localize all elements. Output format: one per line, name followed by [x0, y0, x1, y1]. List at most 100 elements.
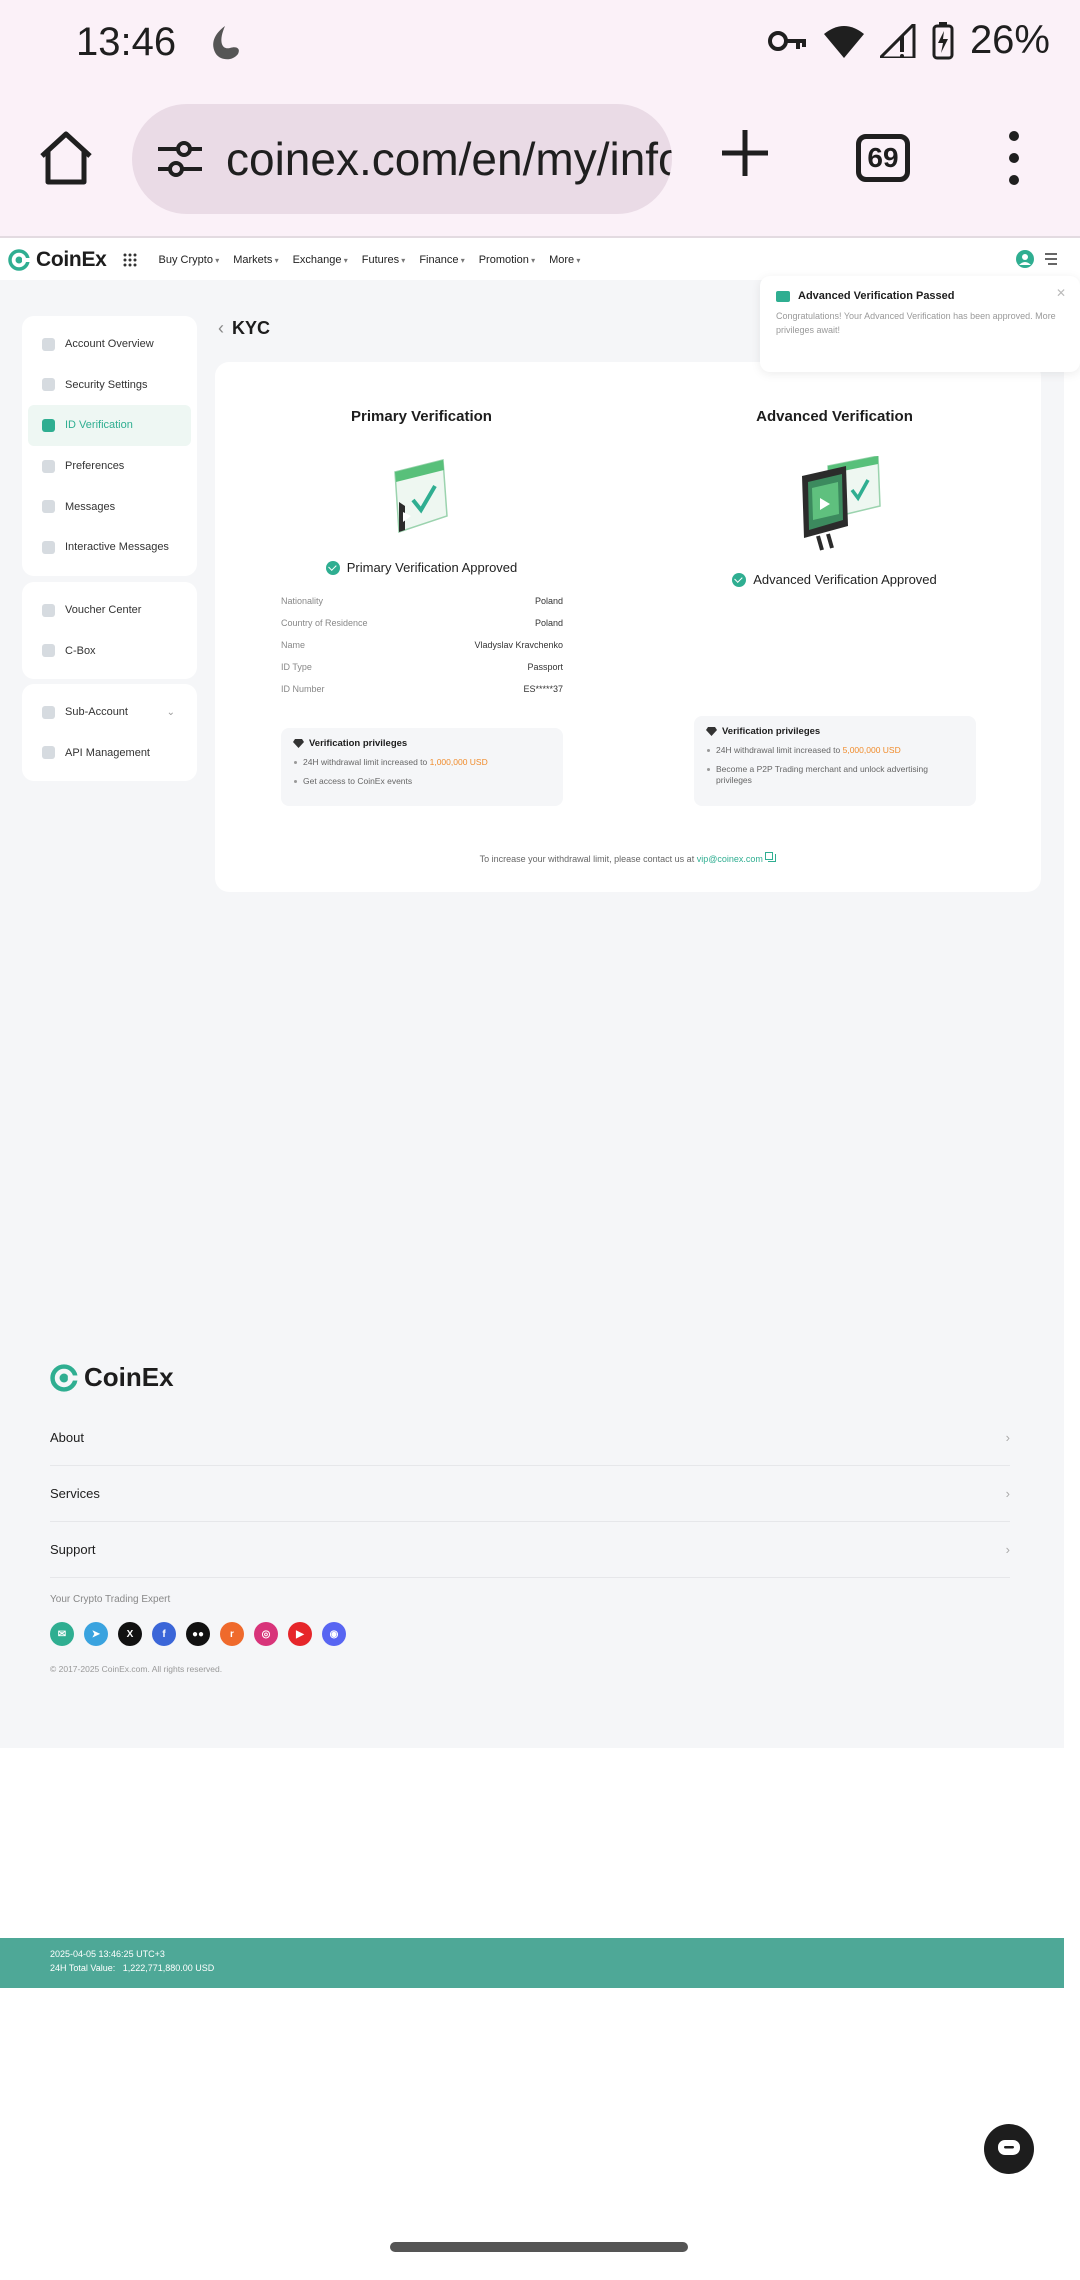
x-icon[interactable]: X: [118, 1622, 142, 1646]
footer-row-about[interactable]: About ›: [50, 1410, 1010, 1466]
email-icon[interactable]: ✉: [50, 1622, 74, 1646]
apps-grid-icon[interactable]: [123, 253, 137, 267]
chevron-down-icon: ⌄: [166, 706, 175, 718]
total-value-line: 24H Total Value: 1,222,771,880.00 USD: [50, 1962, 1014, 1976]
primary-verification-heading: Primary Verification: [351, 408, 492, 425]
mail-icon: [42, 500, 55, 514]
nav-buy-crypto[interactable]: Buy Crypto: [159, 254, 220, 266]
instagram-icon[interactable]: ◎: [254, 1622, 278, 1646]
total-value: 1,222,771,880.00 USD: [122, 1962, 215, 1973]
toast-title: Advanced Verification Passed: [776, 290, 1064, 302]
sidebar-item-c-box[interactable]: C-Box: [28, 631, 191, 672]
nav-finance[interactable]: Finance: [419, 254, 464, 266]
advanced-privileges-box: Verification privileges 24H withdrawal l…: [694, 716, 976, 806]
footer-row-support[interactable]: Support ›: [50, 1522, 1010, 1578]
new-tab-icon[interactable]: [718, 126, 772, 180]
clock: 13:46: [76, 20, 177, 64]
sidebar-item-label: Interactive Messages: [65, 541, 169, 554]
battery-level: 26%: [969, 18, 1050, 62]
close-icon[interactable]: ✕: [1056, 286, 1066, 300]
privilege-text: 24H withdrawal limit increased to: [303, 757, 430, 767]
sidebar-item-id-verification[interactable]: ID Verification: [28, 405, 191, 446]
sidebar-item-preferences[interactable]: Preferences: [28, 446, 191, 487]
market-summary-bar: 2025-04-05 13:46:25 UTC+3 24H Total Valu…: [0, 1938, 1064, 1988]
gesture-handle[interactable]: [390, 2242, 688, 2252]
site-settings-icon[interactable]: [156, 139, 204, 179]
url-text[interactable]: coinex.com/en/my/info: [226, 132, 672, 186]
nav-promotion[interactable]: Promotion: [479, 254, 535, 266]
sidebar-group-rewards: Voucher Center C-Box: [22, 582, 197, 680]
info-value: Poland: [534, 596, 563, 606]
advanced-status-text: Advanced Verification Approved: [753, 572, 937, 587]
sidebar-item-label: Voucher Center: [65, 604, 142, 617]
reddit-icon[interactable]: r: [220, 1622, 244, 1646]
sidebar-item-interactive-messages[interactable]: Interactive Messages: [28, 527, 191, 568]
contact-text: To increase your withdrawal limit, pleas…: [479, 854, 697, 864]
copyright: © 2017-2025 CoinEx.com. All rights reser…: [50, 1664, 223, 1674]
toast-title-text: Advanced Verification Passed: [798, 290, 955, 302]
footer-row-label: About: [50, 1430, 84, 1445]
check-circle-icon: [325, 560, 340, 575]
tab-switcher-button[interactable]: 69: [856, 134, 910, 182]
nav-exchange[interactable]: Exchange: [293, 254, 348, 266]
address-bar[interactable]: coinex.com/en/my/info: [132, 104, 672, 214]
footer-logo[interactable]: CoinEx: [50, 1362, 174, 1393]
support-chat-button[interactable]: [984, 2124, 1034, 2174]
vip-email-link[interactable]: vip@coinex.com: [697, 854, 763, 864]
shield-icon: [42, 378, 55, 392]
info-row-id-type: ID Type Passport: [281, 662, 563, 684]
diamond-icon: [293, 739, 304, 748]
diamond-icon: [706, 727, 717, 736]
chevron-right-icon: ›: [1005, 1542, 1010, 1557]
total-value-label: 24H Total Value:: [50, 1962, 116, 1973]
envelope-icon: [776, 290, 790, 302]
facebook-icon[interactable]: f: [152, 1622, 176, 1646]
sidebar-item-label: API Management: [65, 746, 150, 759]
advanced-status: Advanced Verification Approved: [628, 572, 1041, 587]
signal-icon: [879, 23, 916, 58]
toast-body: Congratulations! Your Advanced Verificat…: [776, 311, 1056, 335]
api-icon: [42, 746, 55, 760]
info-label: Country of Residence: [281, 618, 368, 628]
social-links: ✉ ➤ Xf ●● r ◎ ▶ ◉: [50, 1622, 346, 1646]
telegram-icon[interactable]: ➤: [84, 1622, 108, 1646]
overflow-menu-icon[interactable]: [1004, 130, 1024, 186]
privilege-item: Get access to CoinEx events: [293, 776, 553, 787]
footer-row-services[interactable]: Services ›: [50, 1466, 1010, 1522]
sidebar-item-security-settings[interactable]: Security Settings: [28, 365, 191, 406]
hamburger-menu-icon[interactable]: [1044, 252, 1058, 266]
sidebar-item-voucher-center[interactable]: Voucher Center: [28, 590, 191, 631]
youtube-icon[interactable]: ▶: [288, 1622, 312, 1646]
copy-icon[interactable]: [765, 852, 777, 862]
primary-status: Primary Verification Approved: [215, 560, 628, 575]
sidebar-group-account: Account Overview Security Settings ID Ve…: [22, 316, 197, 576]
page-title-text: KYC: [232, 318, 271, 338]
discord-icon[interactable]: ◉: [322, 1622, 346, 1646]
sidebar-item-label: Preferences: [65, 460, 125, 473]
vpn-key-icon: [767, 30, 806, 51]
user-avatar-icon[interactable]: [1016, 250, 1034, 268]
advanced-verification-heading: Advanced Verification: [756, 408, 913, 425]
coinex-logo-icon: [50, 1363, 78, 1392]
sidebar-item-api-management[interactable]: API Management: [28, 733, 191, 774]
sidebar-item-messages[interactable]: Messages: [28, 486, 191, 527]
footer-tagline: Your Crypto Trading Expert: [50, 1594, 171, 1605]
wifi-icon: [823, 25, 864, 58]
sidebar-item-label: Messages: [65, 500, 116, 513]
sidebar-item-sub-account[interactable]: Sub-Account ⌄: [28, 692, 191, 733]
back-chevron-icon[interactable]: ‹: [218, 318, 224, 339]
privilege-amount: 5,000,000 USD: [842, 745, 901, 755]
home-icon[interactable]: [36, 128, 96, 188]
tab-count: 69: [867, 142, 899, 173]
verification-toast: Advanced Verification Passed Congratulat…: [760, 276, 1080, 372]
nav-futures[interactable]: Futures: [362, 254, 406, 266]
nav-more[interactable]: More: [549, 254, 580, 266]
account-icon: [42, 337, 55, 351]
coinex-logo[interactable]: CoinEx: [8, 248, 107, 272]
medium-icon[interactable]: ●●: [186, 1622, 210, 1646]
coinex-logo-icon: [8, 249, 30, 271]
privilege-item: 24H withdrawal limit increased to 1,000,…: [293, 757, 553, 768]
nav-markets[interactable]: Markets: [233, 254, 278, 266]
web-page: CoinEx Buy Crypto Markets Exchange Futur…: [0, 240, 1080, 1988]
sidebar-item-account-overview[interactable]: Account Overview: [28, 324, 191, 365]
